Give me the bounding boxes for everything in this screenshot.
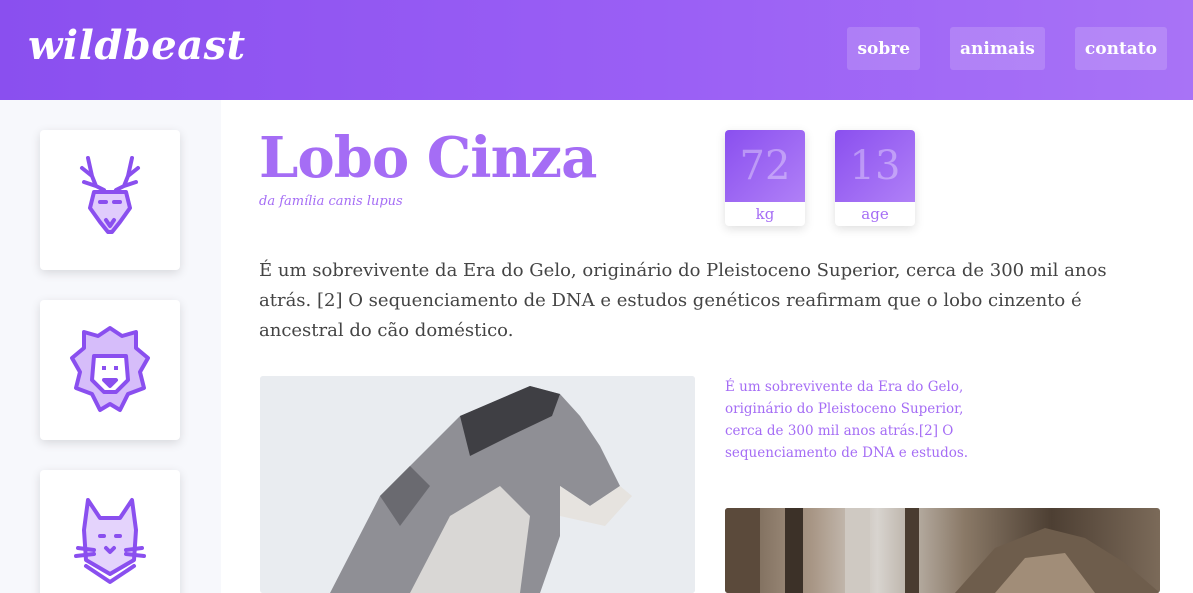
nav-item-animais[interactable]: animais — [950, 27, 1045, 70]
brand-logo[interactable]: wildbeast — [28, 22, 246, 69]
wolf-forest-photo — [725, 508, 1160, 593]
animal-sidebar — [0, 100, 221, 593]
nav-item-sobre[interactable]: sobre — [847, 27, 921, 70]
sidebar-item-cat[interactable] — [40, 470, 180, 593]
wolf-howling-illustration — [260, 376, 695, 593]
main-nav: sobre animais contato — [847, 27, 1167, 70]
family-subtitle: da família canis lupus — [259, 194, 403, 209]
page-title: Lobo Cinza — [259, 125, 597, 191]
weight-stat-card: 72 kg — [725, 130, 805, 226]
sidebar-item-lion[interactable] — [40, 300, 180, 440]
stat-label: age — [861, 205, 889, 223]
lion-icon — [70, 326, 150, 412]
sidebar-item-deer[interactable] — [40, 130, 180, 270]
wolf-forest-illustration — [725, 508, 1160, 593]
nav-item-contato[interactable]: contato — [1074, 27, 1167, 70]
stat-label: kg — [755, 205, 775, 223]
cat-icon — [74, 498, 146, 584]
deer-icon — [80, 156, 140, 234]
stat-value: 13 — [835, 130, 915, 202]
age-stat-card: 13 age — [835, 130, 915, 226]
photo-caption: É um sobrevivente da Era do Gelo, origin… — [725, 379, 969, 461]
animal-description: É um sobrevivente da Era do Gelo, origin… — [259, 260, 1107, 341]
site-header: wildbeast sobre animais contato — [0, 0, 1193, 100]
stat-value: 72 — [725, 130, 805, 202]
wolf-howling-photo — [260, 376, 695, 593]
